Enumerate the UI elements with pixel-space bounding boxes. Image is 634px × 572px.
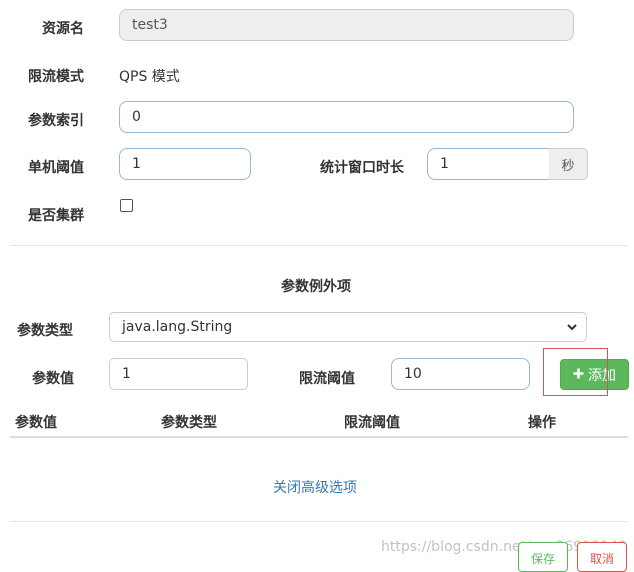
save-button-label: 保存 <box>530 552 555 566</box>
exception-threshold-label: 限流阈值 <box>299 371 355 387</box>
highlight-annotation-box <box>543 348 608 396</box>
param-value-label: 参数值 <box>32 371 74 387</box>
exceptions-title: 参数例外项 <box>281 279 351 295</box>
section-divider <box>10 245 627 246</box>
table-header-actions: 操作 <box>528 415 556 431</box>
resource-name-field: test3 <box>119 9 574 41</box>
param-value-value: 1 <box>122 366 131 382</box>
table-header-threshold: 限流阈值 <box>344 415 400 431</box>
window-duration-label: 统计窗口时长 <box>320 160 404 176</box>
window-duration-value: 1 <box>440 156 449 172</box>
single-threshold-input[interactable]: 1 <box>119 148 251 180</box>
limit-mode-value: QPS 模式 <box>119 69 180 85</box>
resource-name-value: test3 <box>132 17 168 33</box>
cluster-label: 是否集群 <box>28 208 84 224</box>
param-value-input[interactable]: 1 <box>109 358 248 390</box>
single-threshold-label: 单机阈值 <box>28 160 84 176</box>
param-type-label: 参数类型 <box>17 323 73 339</box>
exception-threshold-value: 10 <box>404 366 422 382</box>
window-unit-text: 秒 <box>561 158 575 174</box>
table-header-divider <box>10 436 628 438</box>
cancel-button-label: 取消 <box>589 552 614 566</box>
limit-mode-label: 限流模式 <box>28 69 84 85</box>
window-unit-addon: 秒 <box>549 148 588 180</box>
chevron-down-icon <box>566 321 578 337</box>
param-index-label: 参数索引 <box>28 113 84 129</box>
footer-divider <box>10 521 627 522</box>
resource-name-label: 资源名 <box>42 21 84 37</box>
single-threshold-value: 1 <box>132 156 141 172</box>
param-index-value: 0 <box>132 109 141 125</box>
close-advanced-options-link[interactable]: 关闭高级选项 <box>273 477 357 497</box>
save-button[interactable]: 保存 <box>518 542 568 572</box>
param-index-input[interactable]: 0 <box>119 101 574 133</box>
param-type-selected: java.lang.String <box>122 319 233 335</box>
param-type-select[interactable]: java.lang.String <box>109 312 587 342</box>
table-header-param-type: 参数类型 <box>161 415 217 431</box>
exception-threshold-input[interactable]: 10 <box>391 358 530 390</box>
window-duration-input[interactable]: 1 <box>427 148 550 180</box>
cluster-checkbox[interactable] <box>120 199 133 212</box>
table-header-param-value: 参数值 <box>15 415 57 431</box>
cancel-button[interactable]: 取消 <box>577 542 627 572</box>
